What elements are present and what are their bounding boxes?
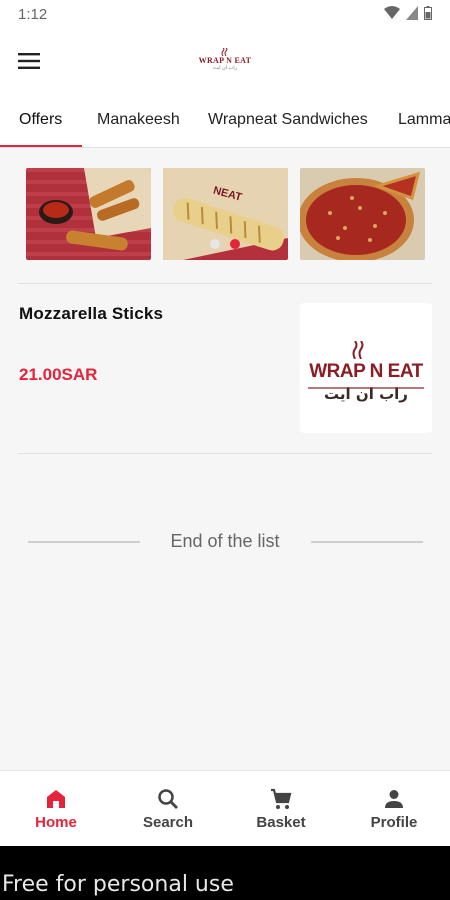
battery-icon (424, 6, 432, 20)
footer-bar: Free for personal use (0, 846, 450, 900)
brand-logo: WRAP N EAT راب ان ايت (196, 48, 254, 78)
tab-offers[interactable]: Offers (19, 92, 62, 148)
wifi-icon (384, 6, 400, 19)
product-image[interactable]: WRAP N EAT راب ان ايت (300, 303, 432, 433)
nav-profile-label: Profile (370, 814, 418, 831)
app-bar: WRAP N EAT راب ان ايت (0, 30, 450, 92)
nav-basket-label: Basket (256, 814, 306, 831)
nav-search[interactable]: Search (112, 771, 224, 847)
status-icons (384, 6, 432, 20)
carousel-dot[interactable] (210, 239, 220, 249)
end-of-list: End of the list (0, 528, 450, 556)
brand-logo-subtext: راب ان ايت (212, 65, 238, 71)
footer-text: Free for personal use (2, 872, 234, 897)
carousel-dots (210, 239, 240, 249)
divider (18, 453, 432, 454)
nav-home-label: Home (35, 814, 77, 831)
pizza-photo[interactable] (300, 168, 425, 260)
signal-icon (406, 6, 418, 20)
product-name: Mozzarella Sticks (19, 304, 164, 323)
hamburger-menu-icon (18, 53, 40, 69)
menu-button[interactable] (10, 42, 48, 80)
carousel-dot-active[interactable] (230, 239, 240, 249)
person-icon (385, 790, 403, 808)
cart-icon (271, 788, 292, 809)
tab-manakeesh[interactable]: Manakeesh (97, 92, 180, 148)
category-tabs: Offers Manakeesh Wrapneat Sandwiches Lam… (0, 92, 450, 148)
nav-basket[interactable]: Basket (225, 771, 337, 847)
steam-logo-icon (221, 48, 228, 56)
nav-search-label: Search (142, 814, 194, 831)
status-time: 1:12 (18, 6, 48, 23)
search-icon (158, 789, 178, 809)
product-price: 21.00SAR (19, 365, 98, 384)
end-line-right (311, 541, 423, 543)
nav-profile[interactable]: Profile (338, 771, 450, 847)
status-bar: 1:12 (0, 0, 450, 30)
bottom-navigation: Home Search Basket Profile (0, 770, 450, 846)
steam-logo-icon (352, 341, 364, 359)
logo-underline (308, 387, 424, 389)
tab-wrapneat-sandwiches[interactable]: Wrapneat Sandwiches (208, 92, 368, 148)
mozzarella-sticks-photo[interactable] (26, 168, 151, 260)
home-icon (47, 790, 65, 808)
product-image-logo-title: WRAP N EAT (309, 361, 423, 382)
tab-lamma[interactable]: Lamma (398, 92, 450, 148)
brand-logo-text: WRAP N EAT (198, 56, 252, 65)
tabs-divider (0, 147, 450, 148)
product-item[interactable]: Mozzarella Sticks 21.00SAR WRAP N EAT را… (0, 283, 450, 453)
nav-home[interactable]: Home (0, 771, 112, 847)
